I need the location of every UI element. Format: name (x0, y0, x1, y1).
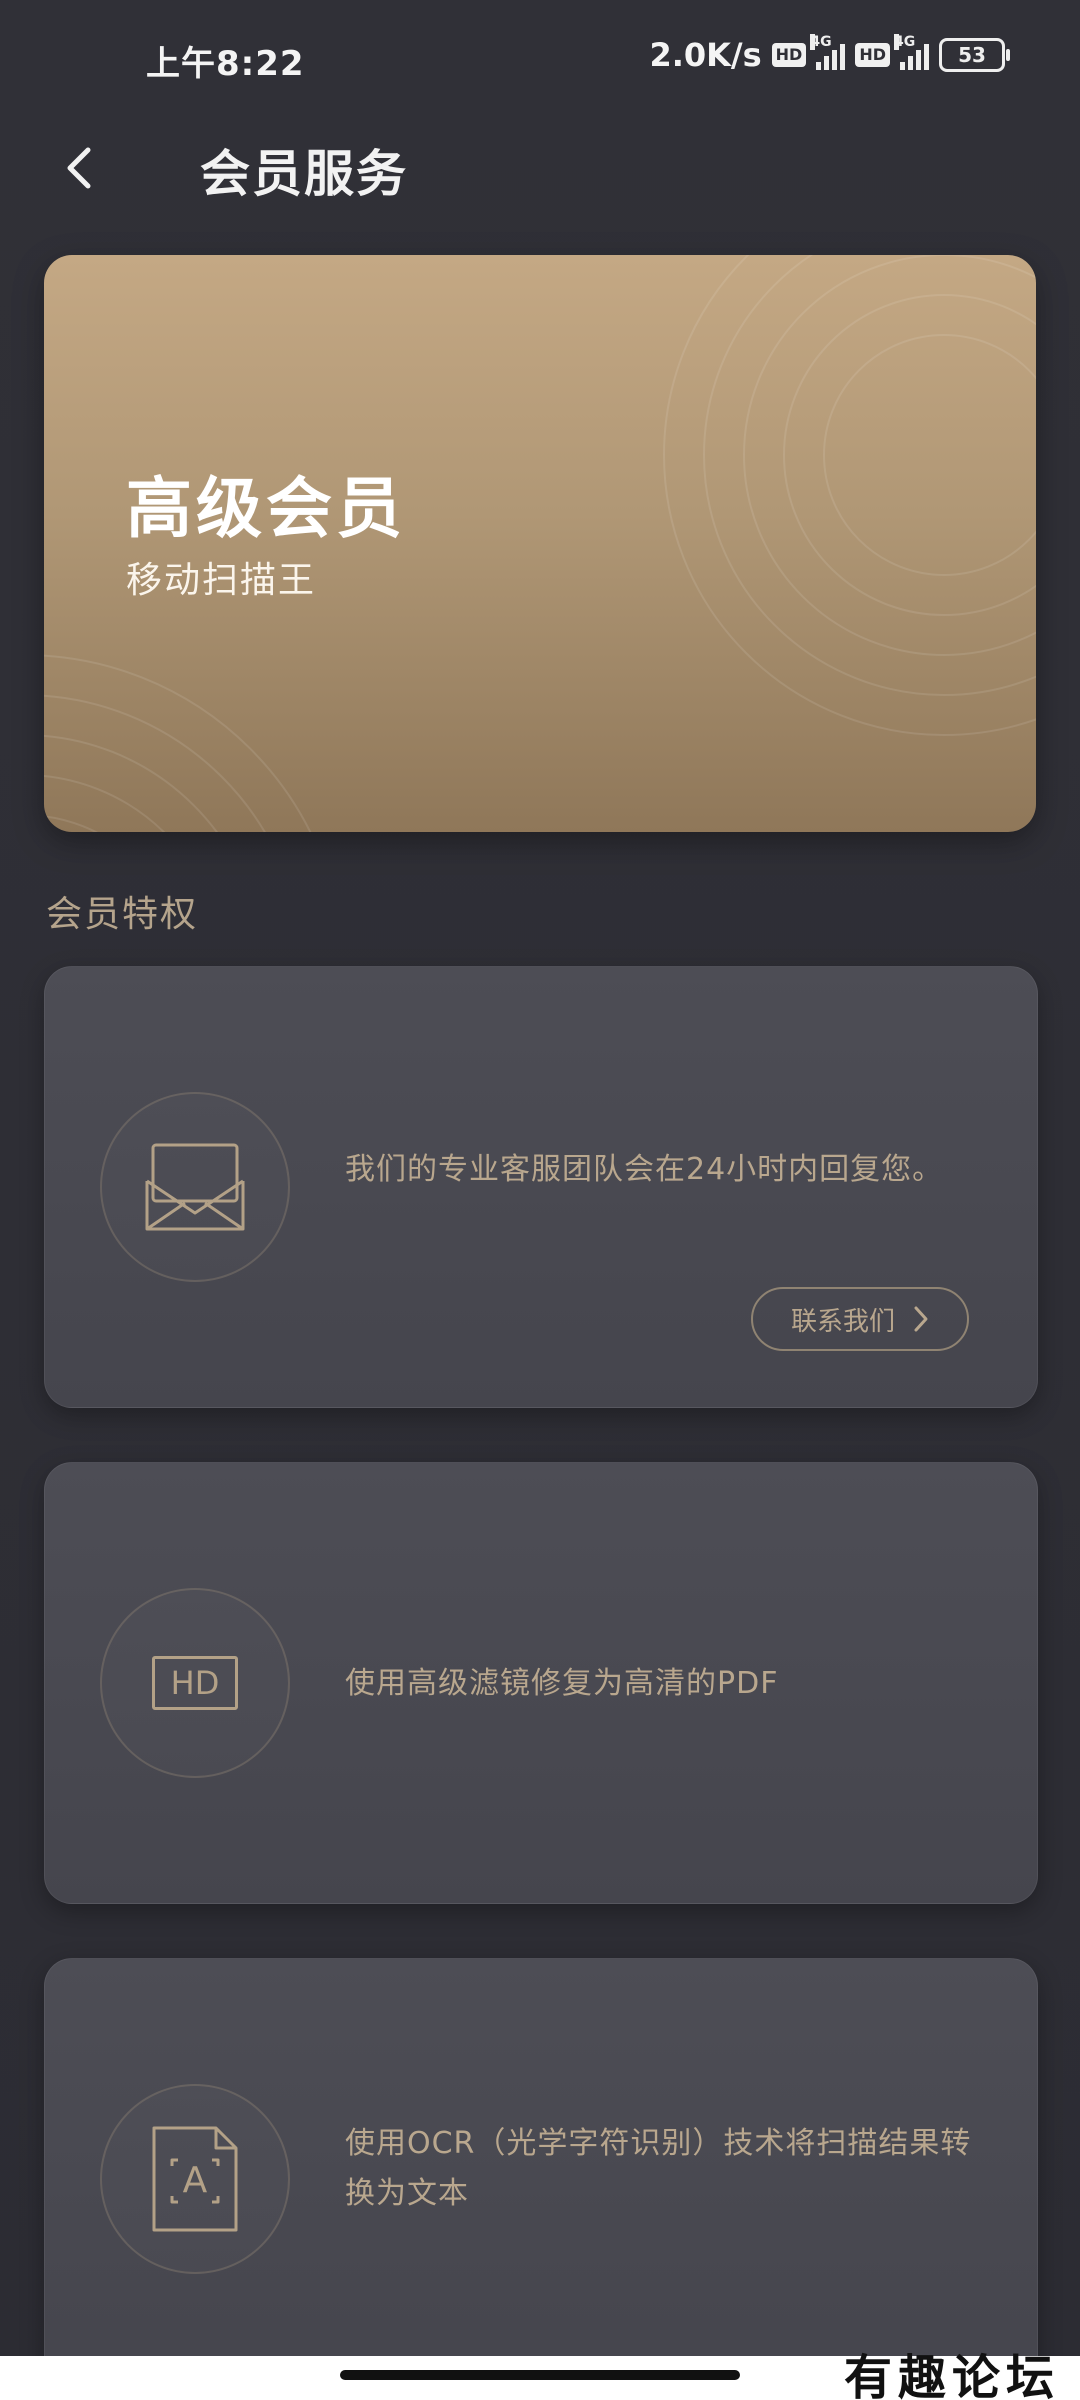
feature-description: 我们的专业客服团队会在24小时内回复您。 (345, 1152, 944, 1187)
signal-icon-2: 4G (894, 34, 929, 70)
status-bar: 上午8:22 2.0K/s HD 4G HD 4G 53 (0, 0, 1080, 110)
status-time: 上午8:22 (146, 44, 305, 84)
feature-icon-circle: A (100, 2084, 290, 2274)
battery-level: 53 (958, 43, 986, 67)
signal-icon: 4G (810, 34, 846, 70)
network-type: 4G (810, 34, 832, 50)
feature-card-support: 我们的专业客服团队会在24小时内回复您。 联系我们 (44, 966, 1038, 1408)
feature-icon-circle: HD (100, 1588, 290, 1778)
hd-badge-2: HD (855, 43, 890, 67)
member-level: 高级会员 (126, 470, 406, 547)
feature-card-ocr: A 使用OCR（光学字符识别）技术将扫描结果转换为文本 (44, 1958, 1038, 2400)
feature-icon-circle (100, 1092, 290, 1282)
chevron-right-icon (914, 1306, 928, 1332)
feature-description: 使用OCR（光学字符识别）技术将扫描结果转换为文本 (345, 2126, 972, 2211)
network-type-2: 4G (894, 34, 916, 50)
member-card: 高级会员 移动扫描王 (44, 255, 1036, 832)
member-app-name: 移动扫描王 (126, 560, 317, 601)
status-indicators: 2.0K/s HD 4G HD 4G 53 (649, 34, 1010, 74)
feature-card-hd: HD 使用高级滤镜修复为高清的PDF (44, 1462, 1038, 1904)
contact-us-button[interactable]: 联系我们 (751, 1287, 969, 1351)
page: 上午8:22 2.0K/s HD 4G HD 4G 53 会员服务 高级会员 移… (0, 0, 1080, 2400)
network-speed: 2.0K/s (649, 36, 762, 74)
feature-description: 使用高级滤镜修复为高清的PDF (345, 1666, 779, 1701)
hd-icon-text: HD (170, 1664, 220, 1702)
watermark: 有趣论坛 (843, 2350, 1060, 2400)
envelope-icon (145, 1143, 245, 1231)
ocr-icon: A (150, 2124, 240, 2234)
hd-icon: HD (152, 1656, 238, 1710)
back-arrow-icon (67, 147, 91, 189)
header: 会员服务 (0, 110, 1080, 230)
contact-us-label: 联系我们 (790, 1306, 895, 1337)
home-indicator[interactable] (340, 2370, 740, 2380)
section-title: 会员特权 (46, 894, 199, 935)
page-title: 会员服务 (200, 145, 408, 203)
ocr-icon-text: A (182, 2160, 208, 2201)
battery-icon: 53 (939, 38, 1010, 72)
back-button[interactable] (50, 138, 110, 198)
hd-badge: HD (771, 43, 807, 67)
